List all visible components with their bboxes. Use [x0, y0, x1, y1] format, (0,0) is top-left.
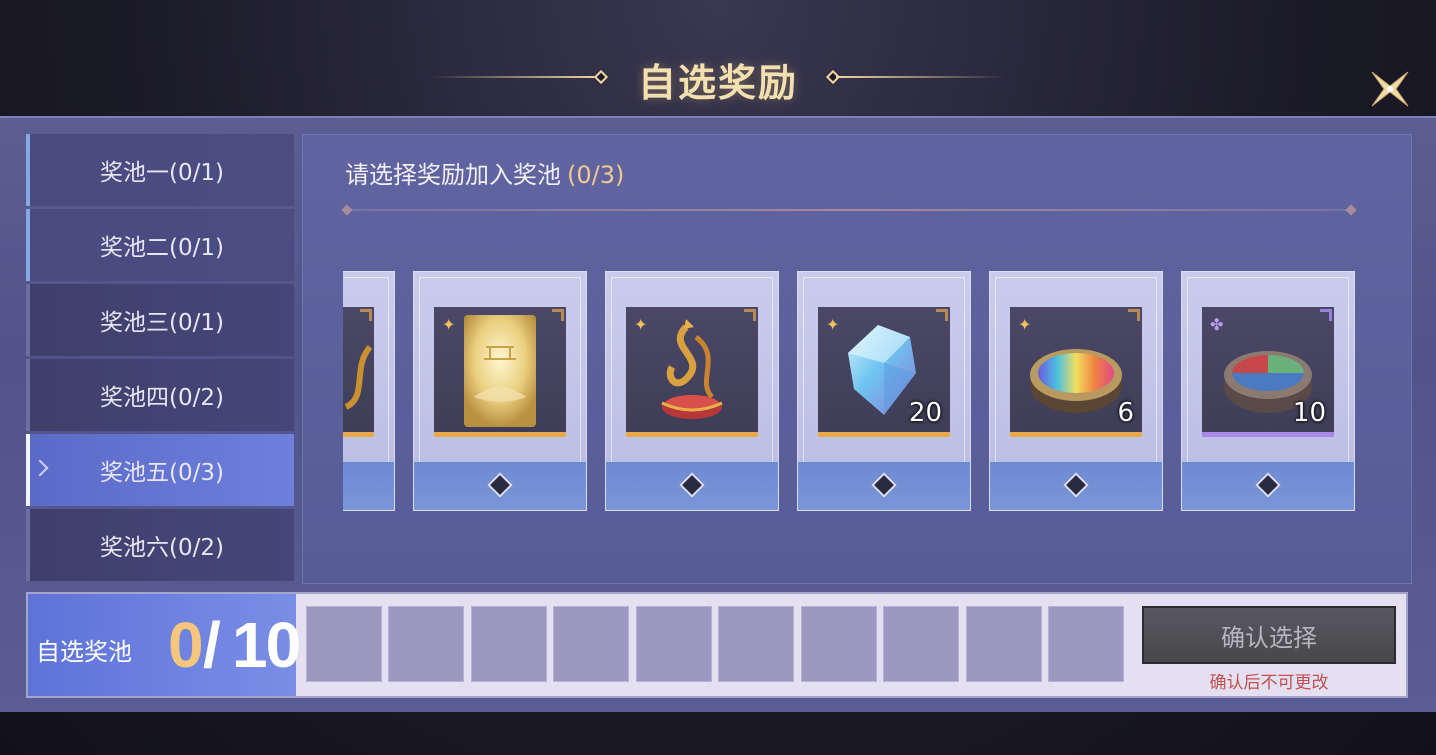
- unselected-diamond-icon: [487, 472, 513, 498]
- pool-slot[interactable]: [553, 606, 629, 682]
- prompt-text: 请选择奖励加入奖池: [345, 161, 561, 189]
- purple-rarity-icon: ✤: [1210, 315, 1224, 334]
- reward-card[interactable]: ✦: [605, 271, 779, 511]
- item-box: [343, 307, 374, 437]
- close-x-icon: [1371, 71, 1409, 107]
- item-box: ✤ 10: [1202, 307, 1334, 437]
- confirm-label: 确认选择: [1221, 623, 1317, 652]
- pool-slot[interactable]: [966, 606, 1042, 682]
- pool-label: 自选奖池: [36, 638, 132, 666]
- tab-label: 奖池四(0/2): [100, 385, 224, 411]
- corner-ornament: [552, 309, 564, 321]
- confirm-warning: 确认后不可更改: [1209, 673, 1329, 693]
- reward-card-partial[interactable]: [343, 271, 395, 511]
- reward-card[interactable]: ✦ 20: [797, 271, 971, 511]
- tab-pool-6[interactable]: 奖池六(0/2): [26, 509, 294, 581]
- card-select-bar: [798, 462, 970, 510]
- reward-content: 请选择奖励加入奖池 (0/3) ✦ ✦ ✦ 20 ✦ 6 ✤ 10: [302, 134, 1412, 584]
- close-button[interactable]: [1366, 66, 1414, 112]
- item-box: ✦: [434, 307, 566, 437]
- gold-rarity-icon: ✦: [442, 315, 456, 334]
- item-box: ✦ 6: [1010, 307, 1142, 437]
- card-select-bar: [343, 462, 394, 510]
- card-select-bar: [606, 462, 778, 510]
- card-select-bar: [990, 462, 1162, 510]
- tab-label: 奖池二(0/1): [100, 235, 224, 261]
- pool-slot[interactable]: [306, 606, 382, 682]
- corner-ornament: [1320, 309, 1332, 321]
- tab-pool-2[interactable]: 奖池二(0/1): [26, 209, 294, 281]
- page-title: 自选奖励: [637, 61, 798, 105]
- unselected-diamond-icon: [679, 472, 705, 498]
- item-quantity: 10: [1292, 398, 1326, 428]
- tab-label: 奖池五(0/3): [100, 460, 224, 486]
- pool-slot[interactable]: [636, 606, 712, 682]
- pool-tabs: 奖池一(0/1) 奖池二(0/1) 奖池三(0/1) 奖池四(0/2) 奖池五(…: [26, 134, 294, 584]
- custom-pool-bar: 自选奖池 0 / 10 确认选择 确认后不可更改: [26, 592, 1408, 698]
- reward-item-list[interactable]: ✦ ✦ ✦ 20 ✦ 6 ✤ 10: [343, 271, 1373, 511]
- divider: [345, 209, 1353, 211]
- card-select-bar: [414, 462, 586, 510]
- corner-ornament: [1128, 309, 1140, 321]
- unselected-diamond-icon: [1255, 472, 1281, 498]
- unselected-diamond-icon: [1063, 472, 1089, 498]
- item-quantity: 6: [1117, 398, 1134, 428]
- confirm-selection-button[interactable]: 确认选择: [1142, 606, 1396, 664]
- pool-slot[interactable]: [718, 606, 794, 682]
- gold-rarity-icon: ✦: [1018, 315, 1032, 334]
- corner-ornament: [936, 309, 948, 321]
- prompt-count: (0/3): [567, 161, 625, 189]
- item-box: ✦: [626, 307, 758, 437]
- tab-pool-3[interactable]: 奖池三(0/1): [26, 284, 294, 356]
- header: 自选奖励: [0, 0, 1436, 116]
- partial-item-icon: [344, 344, 373, 410]
- pool-slot[interactable]: [883, 606, 959, 682]
- item-quantity: 20: [908, 398, 942, 428]
- pool-slot[interactable]: [801, 606, 877, 682]
- tab-label: 奖池三(0/1): [100, 310, 224, 336]
- unselected-diamond-icon: [871, 472, 897, 498]
- corner-ornament: [744, 309, 756, 321]
- pool-summary: 自选奖池 0 / 10: [28, 594, 301, 696]
- gold-rarity-icon: ✦: [826, 315, 840, 334]
- selection-prompt: 请选择奖励加入奖池 (0/3): [345, 155, 624, 190]
- title-line-right: [836, 76, 1006, 78]
- tab-label: 奖池一(0/1): [100, 160, 224, 186]
- reward-card[interactable]: ✦: [413, 271, 587, 511]
- reward-card[interactable]: ✦ 6: [989, 271, 1163, 511]
- tab-pool-4[interactable]: 奖池四(0/2): [26, 359, 294, 431]
- tab-label: 奖池六(0/2): [100, 535, 224, 561]
- item-box: ✦ 20: [818, 307, 950, 437]
- selected-arrow-icon: [31, 459, 49, 477]
- reward-panel: 奖池一(0/1) 奖池二(0/1) 奖池三(0/1) 奖池四(0/2) 奖池五(…: [0, 116, 1436, 712]
- tab-pool-1[interactable]: 奖池一(0/1): [26, 134, 294, 206]
- pool-slot[interactable]: [388, 606, 464, 682]
- corner-ornament: [360, 309, 372, 321]
- pool-max-count: 10: [232, 609, 301, 681]
- pool-slot[interactable]: [1048, 606, 1124, 682]
- gold-rarity-icon: ✦: [634, 315, 648, 334]
- pool-count-separator: /: [203, 609, 221, 681]
- reward-card[interactable]: ✤ 10: [1181, 271, 1355, 511]
- card-select-bar: [1182, 462, 1354, 510]
- tab-pool-5[interactable]: 奖池五(0/3): [26, 434, 294, 506]
- pool-slot[interactable]: [471, 606, 547, 682]
- pool-current-count: 0: [168, 609, 204, 681]
